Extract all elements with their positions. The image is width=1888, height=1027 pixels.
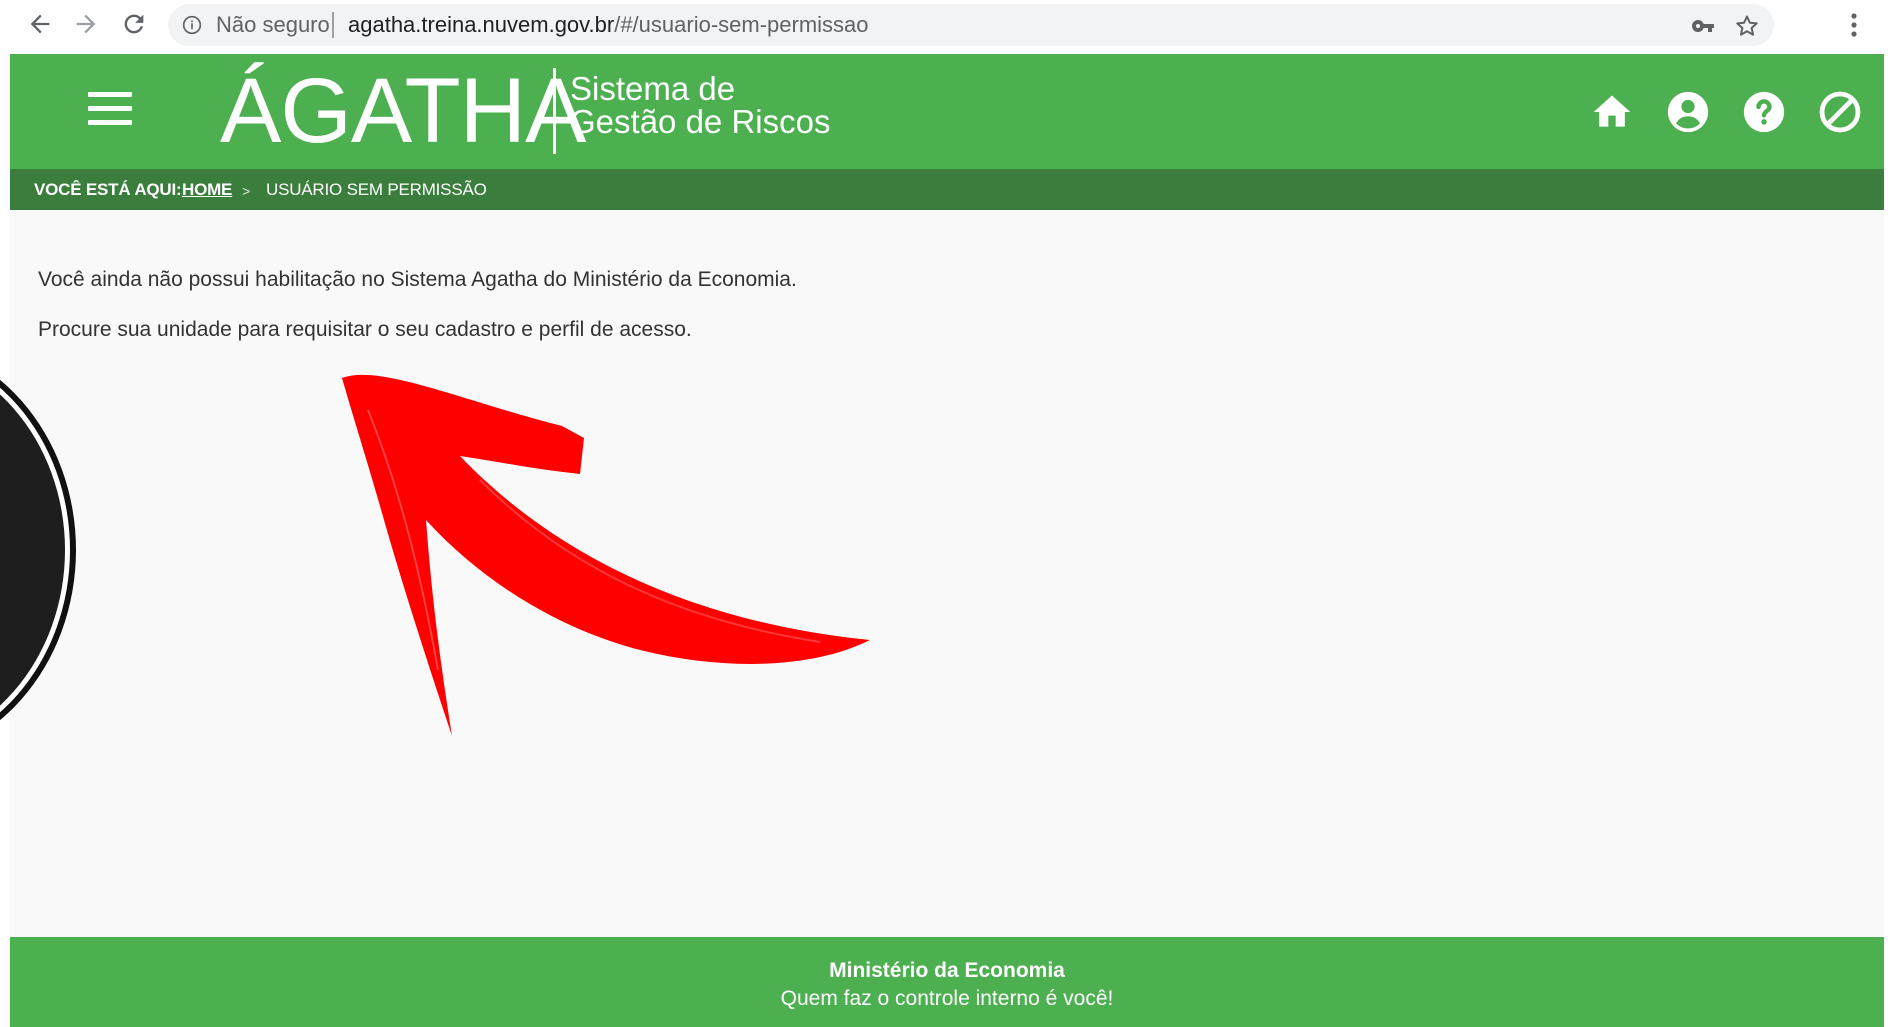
hamburger-line [88, 106, 132, 111]
url-path: /#/usuario-sem-permissao [614, 12, 869, 37]
app-logo-subtitle: Sistema de Gestão de Riscos [570, 72, 830, 138]
help-circle-icon [1743, 91, 1785, 133]
page: Não seguro agatha.treina.nuvem.gov.br/#/… [0, 0, 1888, 1027]
contact-unit-message: Procure sua unidade para requisitar o se… [38, 318, 692, 341]
footer-tagline: Quem faz o controle interno é você! [780, 987, 1114, 1010]
logout-button[interactable] [1818, 90, 1862, 134]
no-permission-message: Você ainda não possui habilitação no Sis… [38, 268, 797, 291]
account-circle-icon [1667, 91, 1709, 133]
logo-divider [553, 68, 556, 154]
kebab-menu-icon [1851, 13, 1857, 37]
password-key-button[interactable] [1690, 13, 1716, 39]
arrow-right-icon [76, 14, 96, 34]
security-label[interactable]: Não seguro [216, 13, 330, 37]
arrow-left-icon [30, 14, 50, 34]
hamburger-line [88, 120, 132, 125]
account-button[interactable] [1666, 90, 1710, 134]
url-host: agatha.treina.nuvem.gov.br [348, 12, 615, 37]
arrow-shape [342, 374, 870, 736]
breadcrumb-prefix: VOCÊ ESTÁ AQUI: [34, 180, 182, 199]
forward-button[interactable] [68, 6, 104, 42]
home-button[interactable] [1590, 90, 1634, 134]
block-icon [1819, 91, 1861, 133]
browser-menu-button[interactable] [1840, 10, 1868, 40]
home-icon [1593, 95, 1631, 127]
info-icon[interactable] [182, 15, 202, 35]
bookmark-star-button[interactable] [1734, 13, 1760, 39]
address-bar[interactable]: Não seguro agatha.treina.nuvem.gov.br/#/… [168, 4, 1774, 46]
breadcrumb-home-link[interactable]: HOME [182, 181, 232, 199]
address-divider [332, 12, 334, 38]
logo-subtitle-line2: Gestão de Riscos [570, 103, 831, 140]
breadcrumb: VOCÊ ESTÁ AQUI: HOME > USUÁRIO SEM PERMI… [10, 169, 1884, 210]
back-button[interactable] [22, 6, 58, 42]
help-button[interactable] [1742, 90, 1786, 134]
key-icon [1691, 20, 1714, 32]
url-text[interactable]: agatha.treina.nuvem.gov.br/#/usuario-sem… [348, 13, 869, 37]
menu-toggle-button[interactable] [88, 92, 134, 128]
footer-title: Ministério da Economia [829, 959, 1065, 982]
breadcrumb-separator: > [242, 183, 250, 199]
star-icon [1736, 15, 1758, 36]
breadcrumb-current: USUÁRIO SEM PERMISSÃO [266, 180, 487, 199]
logo-subtitle-line1: Sistema de [570, 70, 736, 107]
hamburger-line [88, 92, 132, 97]
app-header: ÁGATHA Sistema de Gestão de Riscos [10, 54, 1884, 169]
reload-icon [124, 14, 144, 34]
reload-button[interactable] [116, 6, 152, 42]
red-arrow-annotation [342, 374, 870, 736]
app-logo-title[interactable]: ÁGATHA [220, 58, 586, 164]
main-content: Você ainda não possui habilitação no Sis… [10, 210, 1884, 937]
browser-toolbar: Não seguro agatha.treina.nuvem.gov.br/#/… [0, 0, 1888, 52]
footer: Ministério da Economia Quem faz o contro… [10, 937, 1884, 1027]
